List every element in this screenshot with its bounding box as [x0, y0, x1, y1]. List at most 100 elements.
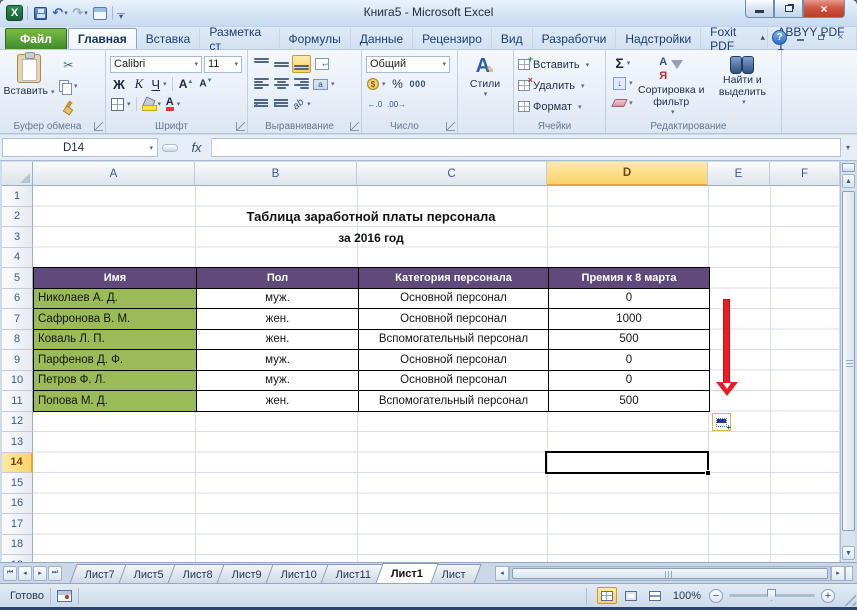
row-header-9[interactable]: 9 [2, 350, 33, 371]
hscroll-right-button[interactable]: ▸ [831, 566, 845, 581]
tab-view[interactable]: Вид [492, 28, 533, 49]
delete-cells-button[interactable]: Удалить [518, 75, 602, 96]
row-header-12[interactable]: 12 [2, 412, 33, 433]
cell-b8[interactable]: жен. [197, 330, 359, 351]
vertical-scrollbar[interactable]: ▲ ▼ [840, 162, 855, 562]
table-header-bonus[interactable]: Премия к 8 марта [549, 268, 710, 289]
prev-sheet-button[interactable]: ◂ [18, 566, 32, 581]
worksheet-cells[interactable]: Таблица заработной платы персонала за 20… [33, 186, 840, 562]
row-header-4[interactable]: 4 [2, 248, 33, 269]
cell-a7[interactable]: Сафронова В. М. [34, 309, 197, 330]
name-box-dropdown-icon[interactable]: ▾ [149, 144, 153, 152]
currency-format-button[interactable]: $ [366, 75, 387, 93]
cell-c7[interactable]: Основной персонал [359, 309, 549, 330]
scroll-down-button[interactable]: ▼ [842, 546, 855, 560]
italic-button[interactable]: К [130, 75, 148, 93]
next-sheet-button[interactable]: ▸ [33, 566, 47, 581]
tab-addins[interactable]: Надстройки [616, 28, 701, 49]
cell-a8[interactable]: Коваль Л. П. [34, 330, 197, 351]
row-header-6[interactable]: 6 [2, 289, 33, 310]
split-handle[interactable] [842, 163, 855, 172]
decrease-indent-button[interactable] [252, 95, 270, 113]
copy-button[interactable] [58, 77, 79, 95]
row-header-17[interactable]: 17 [2, 514, 33, 535]
row-header-5[interactable]: 5 [2, 268, 33, 289]
align-center-button[interactable] [272, 75, 290, 93]
format-painter-button[interactable] [58, 98, 79, 116]
styles-button[interactable]: А✎ Стили ▾ [462, 54, 508, 118]
first-sheet-button[interactable]: ⏮ [3, 566, 17, 581]
sort-filter-button[interactable]: АЯ Сортировка и фильтр [636, 54, 707, 118]
select-all-corner[interactable] [2, 162, 33, 186]
cell-d10[interactable]: 0 [549, 371, 710, 392]
cell-c8[interactable]: Вспомогательный персонал [359, 330, 549, 351]
font-color-button[interactable]: А [164, 95, 182, 113]
autosum-button[interactable]: Σ [610, 54, 636, 72]
zoom-in-button[interactable]: + [821, 589, 835, 603]
help-icon[interactable]: ? [772, 30, 787, 45]
autofill-options-button[interactable] [712, 413, 731, 431]
cell-a6[interactable]: Николаев А. Д. [34, 289, 197, 310]
shrink-font-button[interactable]: А▼ [197, 75, 215, 93]
zoom-slider-thumb[interactable] [767, 589, 776, 601]
column-header-c[interactable]: C [357, 162, 547, 186]
cell-d8[interactable]: 500 [549, 330, 710, 351]
cut-button[interactable]: ✂ [58, 56, 79, 74]
font-dialog-launcher-icon[interactable] [236, 122, 245, 131]
name-box[interactable]: D14 ▾ [2, 138, 158, 157]
decrease-decimal-button[interactable]: .00→ [386, 95, 407, 113]
cell-b9[interactable]: муж. [197, 350, 359, 371]
selected-cell-d14[interactable] [545, 451, 709, 474]
page-layout-view-button[interactable] [621, 587, 641, 604]
row-header-7[interactable]: 7 [2, 309, 33, 330]
minimize-button[interactable] [745, 0, 774, 18]
column-header-b[interactable]: B [195, 162, 357, 186]
tab-file[interactable]: Файл [5, 28, 67, 49]
row-header-3[interactable]: 3 [2, 227, 33, 248]
zoom-out-button[interactable]: − [709, 589, 723, 603]
row-header-11[interactable]: 11 [2, 391, 33, 412]
clipboard-dialog-launcher-icon[interactable] [94, 122, 103, 131]
last-sheet-button[interactable]: ⏭ [48, 566, 62, 581]
merge-center-button[interactable]: a [312, 75, 336, 93]
row-header-8[interactable]: 8 [2, 330, 33, 351]
alignment-dialog-launcher-icon[interactable] [350, 122, 359, 131]
zoom-slider-track[interactable] [729, 594, 815, 597]
cell-a10[interactable]: Петров Ф. Л. [34, 371, 197, 392]
percent-format-button[interactable]: % [389, 75, 407, 93]
cell-c9[interactable]: Основной персонал [359, 350, 549, 371]
underline-button[interactable]: Ч [150, 75, 168, 93]
cell-b10[interactable]: муж. [197, 371, 359, 392]
clear-button[interactable] [610, 94, 636, 112]
font-size-combo[interactable]: 11 [204, 56, 242, 73]
row-header-18[interactable]: 18 [2, 535, 33, 556]
row-header-10[interactable]: 10 [2, 371, 33, 392]
close-button[interactable]: × [803, 0, 845, 18]
cell-a9[interactable]: Парфенов Д. Ф. [34, 350, 197, 371]
cell-b11[interactable]: жен. [197, 391, 359, 412]
normal-view-button[interactable] [597, 587, 617, 604]
font-name-combo[interactable]: Calibri [110, 56, 202, 73]
row-header-1[interactable]: 1 [2, 186, 33, 207]
sheet-tab-list1-active[interactable]: Лист1 [375, 563, 439, 583]
cell-b6[interactable]: муж. [197, 289, 359, 310]
format-cells-button[interactable]: Формат [518, 96, 602, 117]
hscroll-left-button[interactable]: ◂ [495, 566, 509, 581]
page-break-view-button[interactable] [645, 587, 665, 604]
orientation-button[interactable]: ab [292, 95, 312, 113]
thousands-format-button[interactable]: 000 [409, 75, 428, 93]
zoom-level[interactable]: 100% [673, 590, 701, 602]
increase-indent-button[interactable] [272, 95, 290, 113]
cell-a11[interactable]: Попова М. Д. [34, 391, 197, 412]
tab-home[interactable]: Главная [68, 28, 137, 49]
minimize-ribbon-icon[interactable]: ▴ [760, 32, 765, 43]
cell-d7[interactable]: 1000 [549, 309, 710, 330]
row-header-19[interactable]: 19 [2, 555, 33, 562]
workbook-minimize-icon[interactable] [794, 32, 807, 43]
expand-formula-bar-icon[interactable]: ▾ [841, 143, 855, 152]
increase-decimal-button[interactable]: ←.0 [366, 95, 384, 113]
wrap-text-button[interactable]: ↩ [313, 55, 331, 73]
tab-formulas[interactable]: Формулы [280, 28, 351, 49]
find-select-button[interactable]: Найти и выделить [707, 54, 778, 118]
cell-b7[interactable]: жен. [197, 309, 359, 330]
